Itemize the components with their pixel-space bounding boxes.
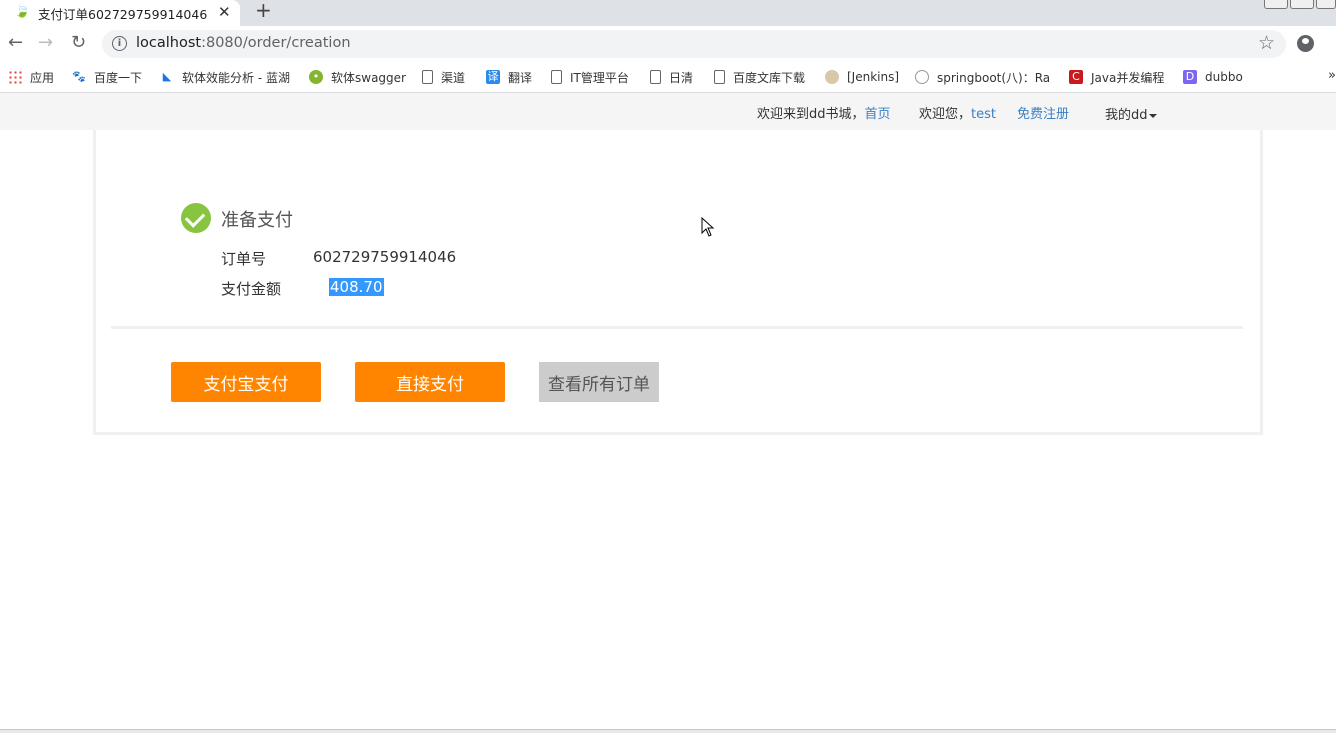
- java-icon: C: [1069, 70, 1083, 84]
- direct-pay-button[interactable]: 直接支付: [355, 362, 505, 402]
- bookmark-label: 百度一下: [94, 70, 143, 85]
- bookmark-label: 翻译: [508, 70, 533, 85]
- taskbar-edge: [0, 729, 1336, 733]
- bookmark-label: 日清: [669, 70, 694, 85]
- swagger-icon: •: [309, 70, 323, 84]
- page-icon: [551, 70, 562, 84]
- check-circle-icon: [181, 203, 211, 233]
- page-icon: [650, 70, 661, 84]
- order-number-value: 602729759914046: [313, 248, 457, 266]
- tab-title: 支付订单602729759914046: [38, 7, 208, 22]
- page-icon: [714, 70, 725, 84]
- welcome-line: 欢迎来到dd书城，首页: [757, 103, 891, 122]
- bookmark-translate[interactable]: 译 翻译: [486, 68, 532, 86]
- bookmark-lanhu[interactable]: ◣ 软体效能分析 - 蓝湖: [160, 68, 290, 86]
- bookmark-apps[interactable]: 应用: [8, 68, 54, 86]
- tab-strip: 🍃 支付订单602729759914046 ✕ +: [0, 0, 1336, 26]
- site-header: 欢迎来到dd书城，首页 欢迎您，test 免费注册 我的dd: [0, 93, 1336, 130]
- forward-arrow-icon[interactable]: →: [38, 32, 53, 54]
- spring-leaf-icon: 🍃: [14, 4, 31, 19]
- section-divider: [111, 326, 1243, 329]
- amount-label: 支付金额: [221, 280, 282, 298]
- view-all-orders-button[interactable]: 查看所有订单: [539, 362, 659, 402]
- bookmark-label: dubbo: [1205, 70, 1243, 84]
- browser-tab[interactable]: 🍃 支付订单602729759914046 ✕: [0, 0, 240, 26]
- info-icon[interactable]: i: [112, 36, 127, 51]
- reload-icon[interactable]: ↻: [71, 32, 86, 54]
- register-link[interactable]: 免费注册: [1017, 103, 1069, 122]
- bookmark-swagger[interactable]: • 软体swagger: [309, 68, 406, 86]
- account-icon[interactable]: [1297, 35, 1314, 52]
- bookmark-dubbo[interactable]: D dubbo: [1183, 68, 1243, 86]
- bookmark-label: 软体效能分析 - 蓝湖: [182, 70, 290, 85]
- url-text[interactable]: localhost:8080/order/creation: [136, 35, 351, 51]
- bookmark-label: [Jenkins]: [847, 70, 900, 84]
- home-link[interactable]: 首页: [865, 107, 891, 122]
- welcome-text: 欢迎来到dd书城，: [757, 107, 865, 122]
- window-close-button[interactable]: [1316, 0, 1336, 9]
- bookmarks-bar: 应用 🐾 百度一下 ◣ 软体效能分析 - 蓝湖 • 软体swagger 渠道 译…: [0, 62, 1336, 93]
- minimize-button[interactable]: [1264, 0, 1288, 9]
- amount-value: 408.70: [329, 278, 384, 296]
- bookmark-riqing[interactable]: 日清: [650, 68, 693, 86]
- translate-icon: 译: [486, 70, 500, 84]
- back-arrow-icon[interactable]: ←: [8, 32, 23, 54]
- alipay-button[interactable]: 支付宝支付: [171, 362, 321, 402]
- bookmark-label: Java并发编程: [1091, 70, 1165, 85]
- bookmark-channel[interactable]: 渠道: [422, 68, 465, 86]
- address-bar[interactable]: i localhost:8080/order/creation ☆: [102, 30, 1286, 58]
- page-icon: [422, 70, 433, 84]
- bookmark-label: IT管理平台: [570, 70, 629, 85]
- baidu-icon: 🐾: [72, 70, 86, 83]
- payment-status-title: 准备支付: [221, 210, 293, 231]
- bookmark-java-concurrency[interactable]: C Java并发编程: [1069, 68, 1164, 86]
- url-path: :8080/order/creation: [201, 35, 351, 51]
- jenkins-icon: [825, 70, 839, 84]
- url-host: localhost: [136, 35, 202, 51]
- greeting-line: 欢迎您，test: [919, 103, 996, 122]
- caret-down-icon: [1148, 113, 1157, 118]
- bookmark-wenku[interactable]: 百度文库下载: [714, 68, 805, 86]
- bookmark-label: 渠道: [441, 70, 466, 85]
- mouse-cursor-icon: [701, 217, 715, 237]
- bookmark-label: 百度文库下载: [733, 70, 806, 85]
- bookmark-label: 软体swagger: [331, 70, 406, 85]
- my-dd-menu[interactable]: 我的dd: [1105, 104, 1157, 123]
- apps-icon: [8, 70, 22, 84]
- username-link[interactable]: test: [971, 107, 996, 122]
- bookmark-star-icon[interactable]: ☆: [1258, 32, 1275, 54]
- bookmark-baidu[interactable]: 🐾 百度一下: [72, 68, 142, 86]
- close-icon[interactable]: ✕: [218, 3, 231, 21]
- payment-panel: 准备支付 订单号 602729759914046 支付金额 408.70 支付宝…: [93, 130, 1263, 435]
- maximize-button[interactable]: [1290, 0, 1314, 9]
- bookmark-label: springboot(八)：Ra: [937, 70, 1049, 85]
- bookmark-springboot[interactable]: springboot(八)：Ra: [915, 68, 1049, 86]
- dubbo-icon: D: [1183, 70, 1197, 84]
- new-tab-button[interactable]: +: [255, 0, 272, 20]
- bookmark-label: 应用: [30, 70, 55, 85]
- lanhu-icon: ◣: [162, 70, 172, 83]
- greeting-text: 欢迎您，: [919, 107, 972, 122]
- bookmark-it-platform[interactable]: IT管理平台: [551, 68, 629, 86]
- bookmarks-more-icon[interactable]: »: [1328, 68, 1336, 83]
- browser-toolbar: ← → ↻ i localhost:8080/order/creation ☆: [0, 26, 1336, 62]
- bookmark-jenkins[interactable]: [Jenkins]: [825, 68, 899, 86]
- springboot-icon: [915, 70, 929, 84]
- order-number-label: 订单号: [221, 250, 267, 268]
- my-dd-label: 我的dd: [1105, 108, 1148, 123]
